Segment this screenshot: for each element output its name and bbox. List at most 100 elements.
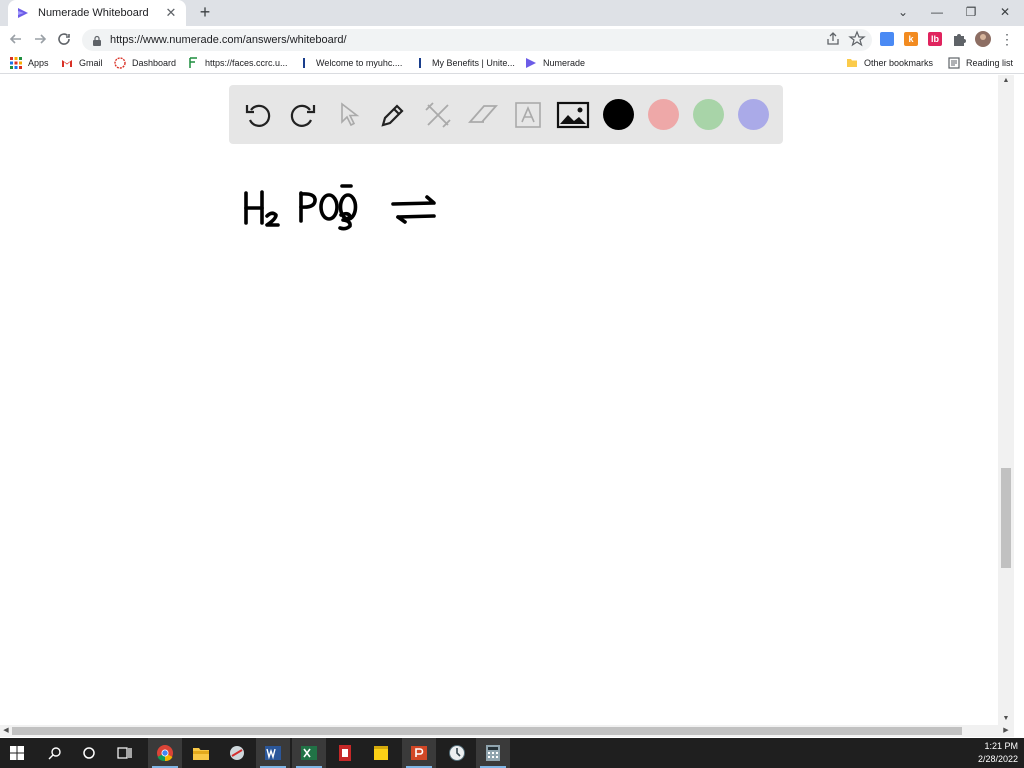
text-icon xyxy=(515,102,541,128)
taskbar-calculator[interactable] xyxy=(476,738,510,768)
tools-button[interactable] xyxy=(418,95,458,135)
cortana-button[interactable] xyxy=(72,738,106,768)
bookmark-other-bookmarks[interactable]: Other bookmarks xyxy=(846,56,933,70)
bookmark-reading-list[interactable]: Reading list xyxy=(948,56,1013,70)
restore-button[interactable]: ❐ xyxy=(954,0,988,24)
task-view-button[interactable] xyxy=(108,738,142,768)
search-icon xyxy=(48,747,61,760)
apps-grid-icon xyxy=(10,57,22,69)
browser-toolbar: https://www.numerade.com/answers/whitebo… xyxy=(0,26,1024,52)
lb-extension-icon[interactable]: lb xyxy=(928,32,942,46)
back-icon[interactable] xyxy=(6,29,26,49)
numerade-favicon-icon xyxy=(18,8,28,18)
share-icon[interactable] xyxy=(824,30,842,48)
bookmark-dashboard[interactable]: Dashboard xyxy=(114,56,176,70)
bookmark-numerade[interactable]: Numerade xyxy=(525,56,585,70)
browser-menu-icon[interactable]: ⋮ xyxy=(998,30,1016,48)
select-tool-button[interactable] xyxy=(328,95,368,135)
tools-icon xyxy=(425,102,451,128)
clock-app-icon xyxy=(449,745,465,761)
undo-icon xyxy=(245,104,271,127)
red-app-icon xyxy=(339,745,351,761)
taskbar-sticky-notes[interactable] xyxy=(364,738,398,768)
taskbar-app-red[interactable] xyxy=(328,738,362,768)
bookmark-label: Other bookmarks xyxy=(864,58,934,68)
excel-icon xyxy=(301,746,317,760)
start-button[interactable] xyxy=(0,738,34,768)
scroll-down-arrow-icon[interactable]: ▼ xyxy=(998,713,1014,725)
tab-strip: Numerade Whiteboard ✕ + ⌄ — ❐ ✕ xyxy=(0,0,1024,26)
k-extension-icon[interactable]: k xyxy=(904,32,918,46)
new-tab-button[interactable]: + xyxy=(194,2,216,24)
bookmark-my-benefits[interactable]: My Benefits | Unite... xyxy=(414,56,515,70)
vertical-scrollbar-thumb[interactable] xyxy=(1001,468,1011,568)
tab-close-icon[interactable]: ✕ xyxy=(164,5,178,21)
eraser-tool-button[interactable] xyxy=(463,95,503,135)
benefits-icon xyxy=(419,58,421,68)
docs-extension-icon[interactable] xyxy=(880,32,894,46)
bookmark-faces[interactable]: https://faces.ccrc.u... xyxy=(187,56,288,70)
gmail-icon xyxy=(62,60,72,67)
tab-title: Numerade Whiteboard xyxy=(38,7,149,19)
bookmark-label: Apps xyxy=(28,58,49,68)
profile-avatar-icon[interactable] xyxy=(974,30,992,48)
whiteboard-canvas[interactable] xyxy=(0,75,998,725)
horizontal-scrollbar[interactable]: ◀ ▶ xyxy=(0,725,1014,737)
scroll-right-arrow-icon[interactable]: ▶ xyxy=(1000,725,1012,737)
minimize-button[interactable]: — xyxy=(920,0,954,24)
numerade-icon xyxy=(526,58,536,68)
bookmark-star-icon[interactable] xyxy=(848,30,866,48)
taskbar-search-button[interactable] xyxy=(38,738,72,768)
horizontal-scrollbar-thumb[interactable] xyxy=(12,727,962,735)
taskbar-clock-app[interactable] xyxy=(440,738,474,768)
taskbar-powerpoint[interactable] xyxy=(402,738,436,768)
bookmark-label: Welcome to myuhc.... xyxy=(316,58,403,68)
address-bar[interactable]: https://www.numerade.com/answers/whitebo… xyxy=(82,29,872,51)
vertical-scrollbar[interactable]: ▲ ▼ xyxy=(998,75,1014,725)
scroll-left-arrow-icon[interactable]: ◀ xyxy=(0,725,12,737)
bookmark-label: https://faces.ccrc.u... xyxy=(205,58,288,68)
dashboard-icon xyxy=(114,57,126,69)
taskbar-file-explorer[interactable] xyxy=(184,738,218,768)
file-explorer-icon xyxy=(193,748,209,760)
tab-numerade-whiteboard[interactable]: Numerade Whiteboard ✕ xyxy=(8,0,186,26)
redo-icon xyxy=(290,104,316,127)
close-window-button[interactable]: ✕ xyxy=(988,0,1022,24)
undo-button[interactable] xyxy=(238,95,278,135)
redo-button[interactable] xyxy=(283,95,323,135)
powerpoint-icon xyxy=(411,746,427,760)
reload-icon[interactable] xyxy=(54,29,74,49)
taskbar-chrome[interactable] xyxy=(148,738,182,768)
faces-icon xyxy=(189,57,197,68)
color-swatch-pink[interactable] xyxy=(648,99,679,130)
bookmark-gmail[interactable]: Gmail xyxy=(61,56,103,70)
tab-search-icon[interactable]: ⌄ xyxy=(886,0,920,24)
bookmark-apps[interactable]: Apps xyxy=(10,56,49,70)
pen-icon xyxy=(381,104,404,127)
pen-tool-button[interactable] xyxy=(373,95,413,135)
cortana-circle-icon xyxy=(83,747,95,759)
forward-icon[interactable] xyxy=(30,29,50,49)
bookmark-myuhc[interactable]: Welcome to myuhc.... xyxy=(298,56,402,70)
url-text: https://www.numerade.com/answers/whitebo… xyxy=(110,34,347,46)
image-icon xyxy=(556,101,590,129)
taskbar-word[interactable] xyxy=(256,738,290,768)
scroll-up-arrow-icon[interactable]: ▲ xyxy=(998,75,1014,87)
page-right-edge xyxy=(1014,75,1024,725)
sticky-notes-icon xyxy=(374,746,388,760)
text-tool-button[interactable] xyxy=(508,95,548,135)
calculator-icon xyxy=(486,745,500,761)
folder-icon xyxy=(847,59,857,67)
windows-logo-icon xyxy=(10,746,24,760)
clock-date: 2/28/2022 xyxy=(977,754,1018,764)
select-icon xyxy=(341,102,360,127)
color-swatch-black[interactable] xyxy=(603,99,634,130)
extensions-puzzle-icon[interactable] xyxy=(950,30,968,48)
taskbar-excel[interactable] xyxy=(292,738,326,768)
color-swatch-green[interactable] xyxy=(693,99,724,130)
taskbar-snipping-tool[interactable] xyxy=(220,738,254,768)
image-tool-button[interactable] xyxy=(553,95,593,135)
system-clock[interactable]: 1:21 PM 2/28/2022 xyxy=(978,740,1018,766)
color-swatch-blue[interactable] xyxy=(738,99,769,130)
word-icon xyxy=(265,746,281,760)
